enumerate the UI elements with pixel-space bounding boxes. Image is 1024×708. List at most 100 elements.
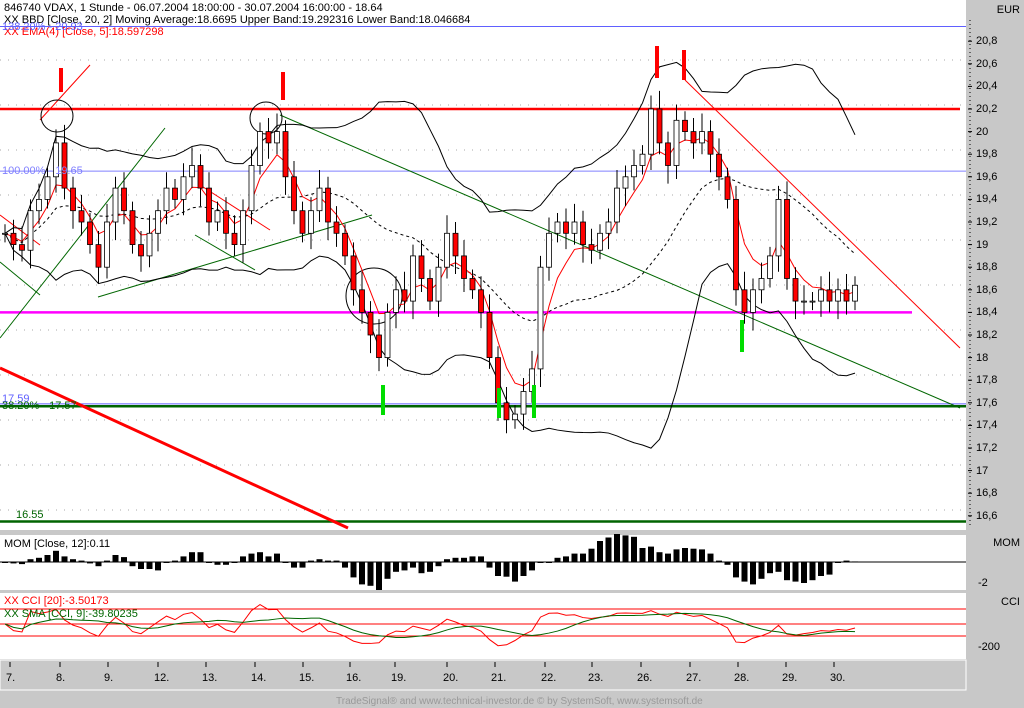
candle-body (546, 232, 552, 268)
candle-body (78, 210, 85, 223)
candle-body (580, 221, 586, 246)
mom-bar (563, 556, 569, 562)
mom-bar (801, 562, 807, 583)
candle-body (682, 119, 688, 133)
mom-bar (571, 553, 578, 562)
mom-bar (758, 562, 765, 579)
date-tick-label: 27. (686, 672, 702, 684)
mom-bar (44, 555, 51, 562)
mom-bar (104, 560, 110, 562)
mom-bar (53, 550, 59, 562)
price-tick-label: 18,4 (976, 306, 998, 319)
candle-body (852, 284, 858, 302)
date-tick-label: 20. (443, 672, 459, 684)
mom-bar (240, 556, 246, 562)
candle-body (835, 289, 841, 302)
candle-body (690, 131, 697, 144)
chart-title: 846740 VDAX, 1 Stunde - 06.07.2004 18:00… (4, 2, 383, 14)
candle-body (512, 413, 518, 421)
mom-bar (214, 562, 221, 565)
mom-bar (316, 559, 323, 562)
mom-bar (19, 562, 25, 565)
mom-bar (775, 562, 782, 572)
candle-body (299, 210, 306, 234)
mom-bar (614, 534, 620, 562)
mom-bar (401, 562, 408, 571)
candle-body (427, 278, 433, 302)
date-tick-label: 30. (830, 672, 846, 684)
candle-body (809, 300, 816, 303)
mom-bar (597, 541, 603, 562)
price-tick-label: 16,8 (976, 487, 998, 500)
currency-label: EUR (996, 4, 1020, 16)
candle-body (350, 255, 357, 291)
candle-body (180, 176, 187, 200)
mom-bar (452, 557, 459, 562)
mom-bar (486, 562, 493, 568)
mom-bar (291, 562, 297, 568)
mom-bar (512, 562, 518, 582)
mom-bar (852, 561, 858, 563)
candle-body (155, 210, 161, 234)
mom-bar (36, 557, 42, 562)
mom-bar (410, 562, 416, 568)
candle-body (461, 255, 467, 279)
candle-body (750, 289, 756, 313)
mom-bar (835, 562, 841, 563)
mom-bar (843, 560, 850, 562)
mom-bar (163, 562, 170, 563)
candle-body (19, 244, 25, 251)
candle-body (444, 232, 450, 268)
mom-bar (384, 562, 391, 579)
mom-bar (665, 553, 671, 562)
candle-body (291, 176, 297, 212)
mom-bar (231, 562, 238, 563)
mom-bar (648, 546, 654, 562)
mom-bar (495, 562, 501, 576)
candle-body (95, 244, 102, 268)
candle-body (622, 176, 629, 189)
mom-bar (546, 562, 552, 563)
mom-bar (784, 562, 790, 581)
mom-bar (155, 562, 161, 571)
mom-bar (359, 562, 365, 585)
mom-bar (248, 553, 255, 562)
candle-body (197, 165, 204, 189)
chart-canvas (0, 0, 972, 691)
mom-bar (520, 562, 527, 576)
candle-body (10, 232, 17, 246)
candle-body (775, 198, 782, 257)
price-tick-label: 19,2 (976, 216, 998, 228)
candle-body (605, 221, 612, 234)
mom-bar (393, 562, 399, 572)
mom-bar (554, 557, 561, 562)
mom-bar (367, 562, 374, 586)
mom-bar (308, 560, 314, 562)
candle-body (257, 131, 263, 166)
mom-bar (342, 562, 348, 568)
date-tick-label: 22. (541, 672, 557, 684)
candle-body (588, 244, 595, 251)
candle-body (121, 187, 127, 212)
candle-body (333, 221, 340, 234)
candle-body (308, 210, 314, 234)
price-tick-label: 17,8 (976, 374, 998, 387)
date-axis (0, 659, 967, 691)
candle-body (648, 108, 654, 155)
price-tick-label: 18 (976, 351, 989, 364)
mom-bar (427, 562, 433, 572)
candle-body (707, 131, 714, 155)
cci-tick: -200 (978, 641, 1001, 653)
candle-body (435, 266, 442, 302)
candle-body (172, 187, 178, 200)
date-tick-label: 28. (734, 672, 750, 684)
mom-bar (767, 562, 773, 574)
level-label: 16.55 (16, 509, 44, 522)
candle-body (571, 221, 578, 234)
candle-body (452, 232, 459, 257)
mom-bar (605, 537, 612, 562)
price-tick-label: 19,6 (976, 170, 998, 183)
date-tick-label: 23. (588, 672, 604, 684)
mom-bar (529, 562, 535, 571)
price-tick-label: 17 (976, 464, 989, 477)
